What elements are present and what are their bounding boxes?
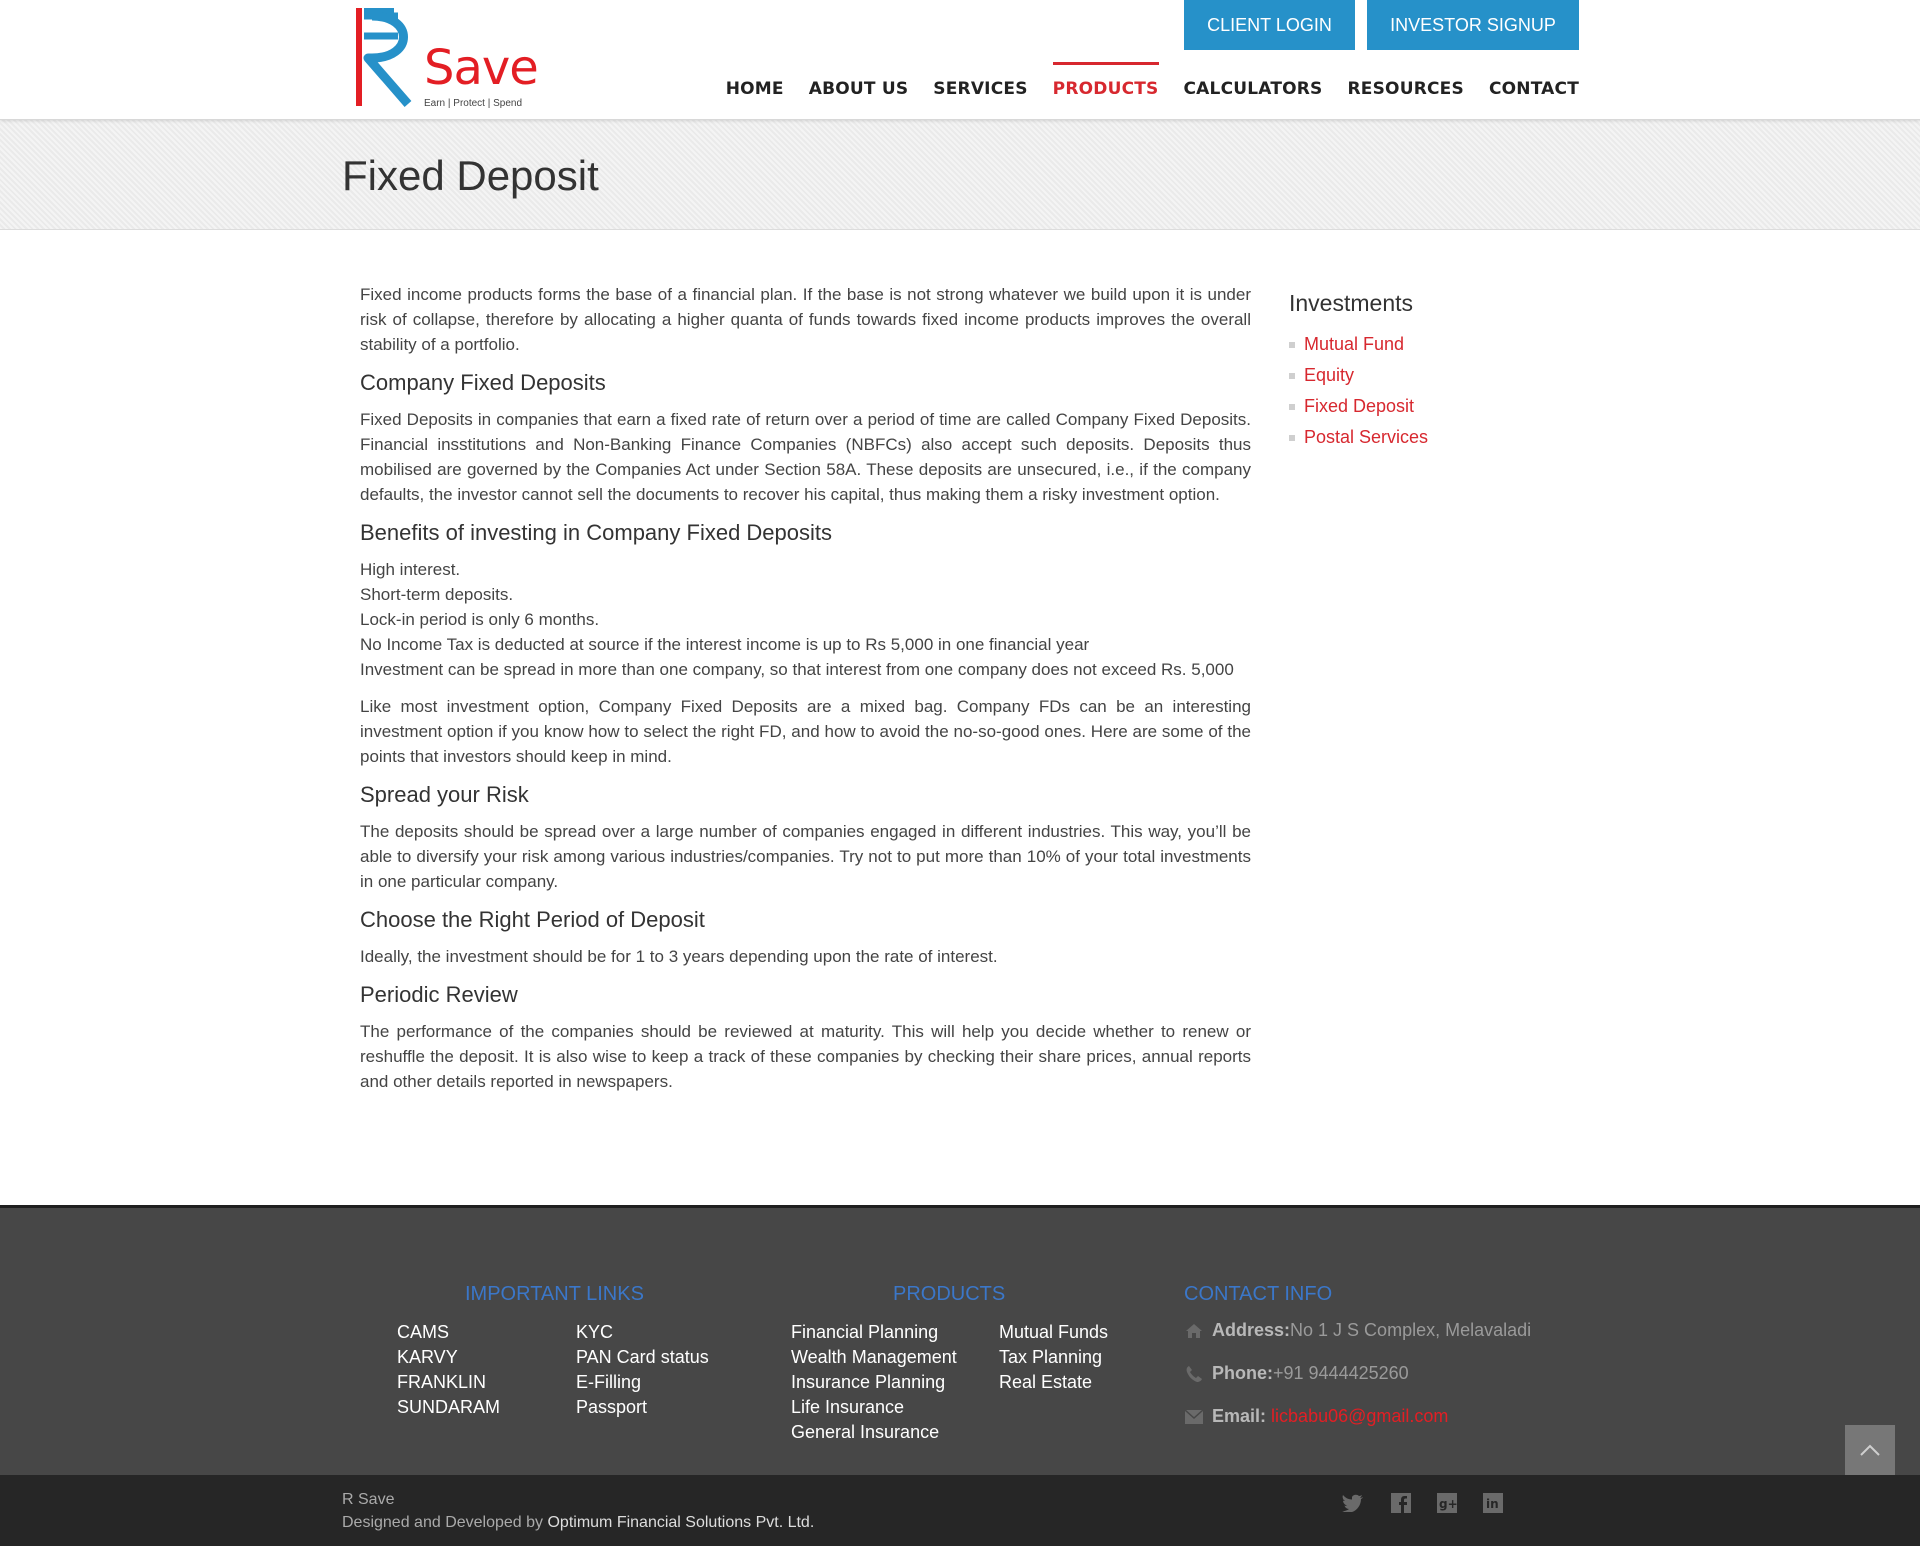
nav-products[interactable]: PRODUCTS bbox=[1052, 62, 1159, 118]
phone-label: Phone: bbox=[1212, 1363, 1273, 1383]
sidebar-item-fixed-deposit[interactable]: Fixed Deposit bbox=[1289, 391, 1569, 422]
bullet-icon bbox=[1289, 403, 1295, 410]
heading-spread-risk: Spread your Risk bbox=[360, 782, 529, 807]
address-label: Address: bbox=[1212, 1320, 1291, 1340]
footer-link-pan-card[interactable]: PAN Card status bbox=[576, 1345, 709, 1370]
sidebar-links: Mutual Fund Equity Fixed Deposit Postal … bbox=[1289, 329, 1569, 453]
contact-phone: Phone: +91 9444425260 bbox=[1184, 1363, 1409, 1384]
bullet-icon bbox=[1289, 372, 1295, 379]
sidebar-link-label[interactable]: Mutual Fund bbox=[1304, 334, 1404, 355]
list-item: High interest. bbox=[360, 560, 461, 579]
footer-link-life-insurance[interactable]: Life Insurance bbox=[791, 1395, 957, 1420]
heading-company-fd: Company Fixed Deposits bbox=[360, 370, 606, 395]
contact-address: Address: No 1 J S Complex, Melavaladi bbox=[1184, 1320, 1531, 1341]
main-content: Fixed income products forms the base of … bbox=[360, 282, 1251, 1106]
home-icon bbox=[1184, 1321, 1204, 1341]
footer-link-franklin[interactable]: FRANKLIN bbox=[397, 1370, 500, 1395]
svg-text:in: in bbox=[1486, 1497, 1499, 1511]
bullet-icon bbox=[1289, 341, 1295, 348]
footer-link-kyc[interactable]: KYC bbox=[576, 1320, 709, 1345]
footer-link-wealth-management[interactable]: Wealth Management bbox=[791, 1345, 957, 1370]
sidebar-title: Investments bbox=[1289, 290, 1413, 316]
sidebar-link-label[interactable]: Fixed Deposit bbox=[1304, 396, 1414, 417]
bullet-icon bbox=[1289, 434, 1295, 441]
client-login-button[interactable]: CLIENT LOGIN bbox=[1184, 0, 1355, 50]
email-label: Email: bbox=[1212, 1406, 1267, 1426]
footer-link-karvy[interactable]: KARVY bbox=[397, 1345, 500, 1370]
contact-email: Email: licbabu06@gmail.com bbox=[1184, 1406, 1448, 1427]
nav-resources[interactable]: RESOURCES bbox=[1348, 62, 1464, 118]
footer-link-general-insurance[interactable]: General Insurance bbox=[791, 1420, 957, 1445]
sidebar-link-label[interactable]: Equity bbox=[1304, 365, 1354, 386]
spread-risk-paragraph: The deposits should be spread over a lar… bbox=[360, 822, 1251, 891]
chevron-up-icon bbox=[1860, 1444, 1880, 1456]
facebook-icon[interactable] bbox=[1390, 1492, 1412, 1514]
footer-link-passport[interactable]: Passport bbox=[576, 1395, 709, 1420]
nav-about-us[interactable]: ABOUT US bbox=[809, 62, 909, 118]
phone-icon bbox=[1184, 1364, 1204, 1384]
important-links-col1: CAMS KARVY FRANKLIN SUNDARAM bbox=[397, 1320, 500, 1420]
company-fd-paragraph: Fixed Deposits in companies that earn a … bbox=[360, 410, 1251, 504]
linkedin-icon[interactable]: in bbox=[1482, 1492, 1504, 1514]
benefits-list: High interest. Short-term deposits. Lock… bbox=[360, 557, 1251, 682]
main-nav: HOME ABOUT US SERVICES PRODUCTS CALCULAT… bbox=[701, 62, 1579, 118]
site-footer: IMPORTANT LINKS CAMS KARVY FRANKLIN SUND… bbox=[0, 1205, 1920, 1475]
heading-right-period: Choose the Right Period of Deposit bbox=[360, 907, 705, 932]
important-links-col2: KYC PAN Card status E-Filling Passport bbox=[576, 1320, 709, 1420]
site-logo[interactable]: Save Earn | Protect | Spend bbox=[354, 6, 562, 114]
nav-calculators[interactable]: CALCULATORS bbox=[1184, 62, 1323, 118]
back-to-top-button[interactable] bbox=[1845, 1425, 1895, 1475]
sidebar-item-equity[interactable]: Equity bbox=[1289, 360, 1569, 391]
page-title-band: Fixed Deposit bbox=[0, 120, 1920, 230]
products-col2: Mutual Funds Tax Planning Real Estate bbox=[999, 1320, 1108, 1395]
footer-link-tax-planning[interactable]: Tax Planning bbox=[999, 1345, 1108, 1370]
mixed-bag-paragraph: Like most investment option, Company Fix… bbox=[360, 697, 1251, 766]
footer-link-financial-planning[interactable]: Financial Planning bbox=[791, 1320, 957, 1345]
heading-periodic-review: Periodic Review bbox=[360, 982, 518, 1007]
footer-link-real-estate[interactable]: Real Estate bbox=[999, 1370, 1108, 1395]
products-col1: Financial Planning Wealth Management Ins… bbox=[791, 1320, 957, 1445]
sidebar-item-mutual-fund[interactable]: Mutual Fund bbox=[1289, 329, 1569, 360]
sidebar: Investments Mutual Fund Equity Fixed Dep… bbox=[1289, 290, 1569, 453]
intro-paragraph: Fixed income products forms the base of … bbox=[360, 285, 1251, 354]
svg-text:g+: g+ bbox=[1439, 1497, 1457, 1511]
important-links-title: IMPORTANT LINKS bbox=[465, 1283, 644, 1305]
address-value: No 1 J S Complex, Melavaladi bbox=[1290, 1320, 1532, 1340]
investor-signup-button[interactable]: INVESTOR SIGNUP bbox=[1367, 0, 1579, 50]
google-plus-icon[interactable]: g+ bbox=[1436, 1492, 1458, 1514]
list-item: Investment can be spread in more than on… bbox=[360, 660, 1234, 679]
contact-info-title: CONTACT INFO bbox=[1184, 1283, 1333, 1305]
periodic-review-paragraph: The performance of the companies should … bbox=[360, 1022, 1251, 1091]
phone-value: +91 9444425260 bbox=[1273, 1363, 1409, 1383]
nav-services[interactable]: SERVICES bbox=[933, 62, 1027, 118]
credit-prefix: Designed and Developed by bbox=[342, 1514, 548, 1531]
right-period-paragraph: Ideally, the investment should be for 1 … bbox=[360, 947, 998, 966]
logo-text: Save bbox=[424, 40, 539, 96]
heading-benefits: Benefits of investing in Company Fixed D… bbox=[360, 520, 833, 545]
footer-credit: Designed and Developed by Optimum Financ… bbox=[342, 1514, 814, 1532]
products-title: PRODUCTS bbox=[893, 1283, 1006, 1305]
list-item: No Income Tax is deducted at source if t… bbox=[360, 635, 1090, 654]
sidebar-item-postal-services[interactable]: Postal Services bbox=[1289, 422, 1569, 453]
sidebar-link-label[interactable]: Postal Services bbox=[1304, 427, 1428, 448]
envelope-icon bbox=[1184, 1407, 1204, 1427]
footer-brand: R Save bbox=[342, 1491, 395, 1508]
footer-link-cams[interactable]: CAMS bbox=[397, 1320, 500, 1345]
email-link[interactable]: licbabu06@gmail.com bbox=[1271, 1406, 1448, 1427]
developer-link[interactable]: Optimum Financial Solutions Pvt. Ltd. bbox=[547, 1514, 814, 1531]
nav-home[interactable]: HOME bbox=[726, 62, 784, 118]
site-header: Save Earn | Protect | Spend CLIENT LOGIN… bbox=[0, 0, 1920, 120]
footer-link-mutual-funds[interactable]: Mutual Funds bbox=[999, 1320, 1108, 1345]
logo-tagline: Earn | Protect | Spend bbox=[424, 98, 523, 109]
footer-link-sundaram[interactable]: SUNDARAM bbox=[397, 1395, 500, 1420]
list-item: Lock-in period is only 6 months. bbox=[360, 610, 600, 629]
footer-link-e-filling[interactable]: E-Filling bbox=[576, 1370, 709, 1395]
bottom-bar: R Save Designed and Developed by Optimum… bbox=[0, 1475, 1920, 1546]
nav-contact[interactable]: CONTACT bbox=[1489, 62, 1579, 118]
twitter-icon[interactable] bbox=[1342, 1492, 1364, 1514]
list-item: Short-term deposits. bbox=[360, 585, 514, 604]
footer-link-insurance-planning[interactable]: Insurance Planning bbox=[791, 1370, 957, 1395]
page-title: Fixed Deposit bbox=[342, 152, 599, 199]
